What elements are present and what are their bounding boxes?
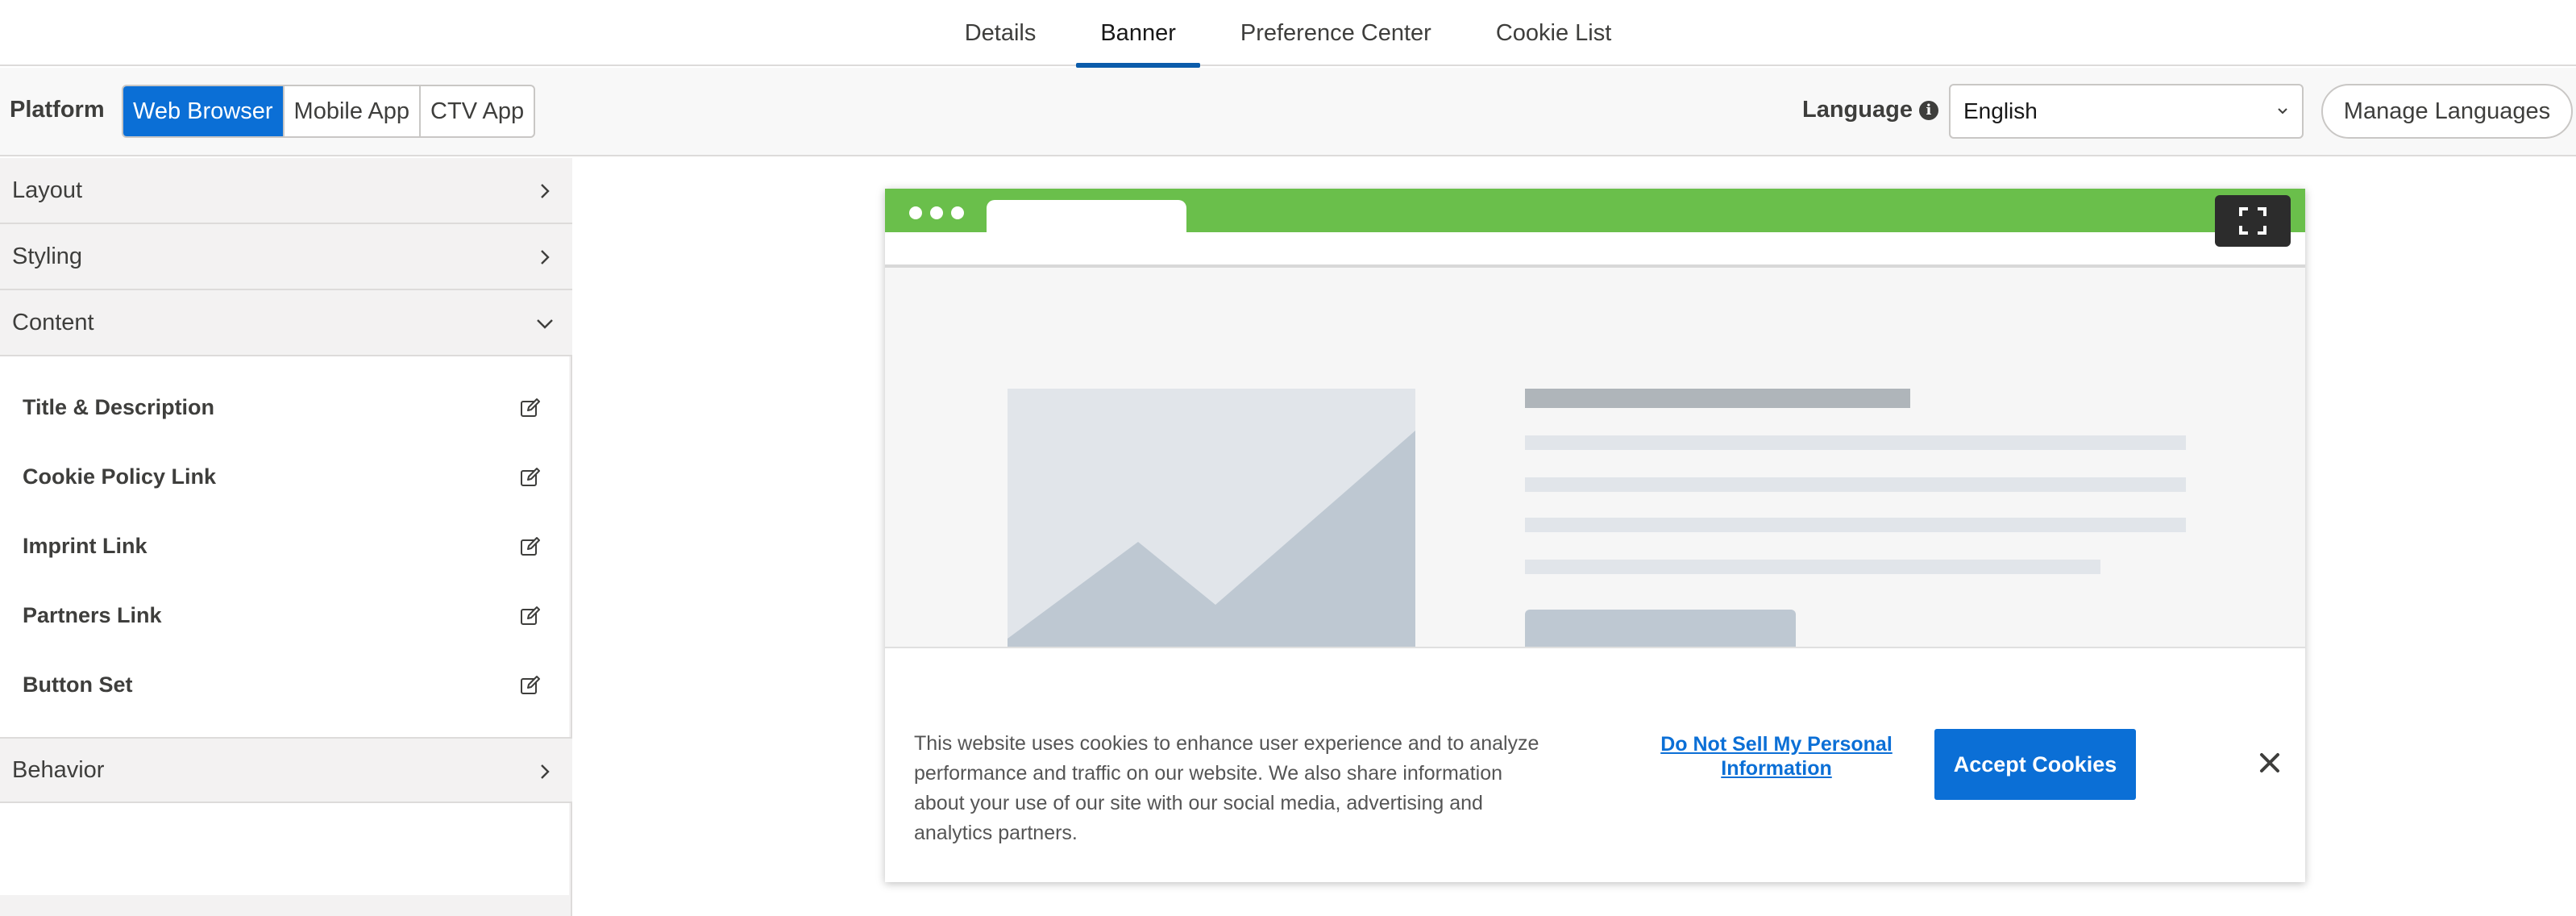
content-item-title-description: Title & Description xyxy=(0,373,569,442)
content-item-partners-link: Partners Link xyxy=(0,581,569,650)
language-select[interactable]: English xyxy=(1949,84,2304,139)
placeholder-text-line xyxy=(1525,477,2186,492)
mountain-placeholder-icon xyxy=(1008,431,1415,655)
chevron-down-icon xyxy=(2278,108,2287,114)
content-item-cookie-policy-link: Cookie Policy Link xyxy=(0,442,569,511)
content-item-label: Cookie Policy Link xyxy=(23,464,217,489)
placeholder-text-line xyxy=(1525,518,2186,532)
chevron-right-icon xyxy=(541,250,550,264)
content-item-button-set: Button Set xyxy=(0,650,569,719)
info-icon[interactable]: i xyxy=(1918,100,1938,120)
tabs: Details Banner Preference Center Cookie … xyxy=(0,0,2576,68)
content-item-label: Imprint Link xyxy=(23,533,147,558)
content-item-imprint-link: Imprint Link xyxy=(0,511,569,581)
top-tab-bar: Details Banner Preference Center Cookie … xyxy=(0,0,2576,68)
accordion-behavior[interactable]: Behavior xyxy=(0,737,572,803)
platform-segmented-control: Web Browser Mobile App CTV App xyxy=(122,85,536,138)
chevron-down-icon xyxy=(537,319,553,329)
content-item-label: Button Set xyxy=(23,672,133,697)
language-label-group: Language i xyxy=(1802,97,1938,123)
cookie-banner-text: This website uses cookies to enhance use… xyxy=(914,732,1539,844)
accept-cookies-button[interactable]: Accept Cookies xyxy=(1934,729,2136,800)
tab-cookie-list[interactable]: Cookie List xyxy=(1464,0,1643,66)
platform-web-browser-button[interactable]: Web Browser xyxy=(123,86,285,136)
browser-preview: This website uses cookies to enhance use… xyxy=(885,189,2305,882)
tab-details[interactable]: Details xyxy=(933,0,1069,66)
window-dot xyxy=(930,206,943,219)
fullscreen-button[interactable] xyxy=(2215,195,2291,247)
manage-languages-button[interactable]: Manage Languages xyxy=(2321,84,2573,139)
language-selected-value: English xyxy=(1963,98,2038,123)
browser-address-bar xyxy=(885,232,2305,268)
edit-icon[interactable] xyxy=(519,397,542,419)
accordion-content[interactable]: Content xyxy=(0,290,572,356)
platform-mobile-app-button[interactable]: Mobile App xyxy=(285,86,422,136)
placeholder-text-line xyxy=(1525,560,2100,574)
placeholder-text-line xyxy=(1525,435,2186,450)
browser-tab xyxy=(987,200,1186,234)
cookie-banner: This website uses cookies to enhance use… xyxy=(885,647,2305,882)
chevron-right-icon xyxy=(541,764,550,779)
platform-bar: Platform Web Browser Mobile App CTV App … xyxy=(0,68,2576,156)
edit-icon[interactable] xyxy=(519,535,542,558)
accordion-label: Content xyxy=(12,309,94,335)
platform-ctv-app-button[interactable]: CTV App xyxy=(421,86,534,136)
chevron-right-icon xyxy=(541,184,550,198)
content-section-body: Title & Description Cookie Policy Link I… xyxy=(0,356,569,895)
placeholder-image xyxy=(1008,389,1415,655)
edit-icon[interactable] xyxy=(519,605,542,627)
edit-icon[interactable] xyxy=(519,466,542,489)
window-dot xyxy=(951,206,964,219)
accordion-label: Behavior xyxy=(12,756,105,783)
language-label: Language xyxy=(1802,97,1913,123)
accordion-styling[interactable]: Styling xyxy=(0,224,572,290)
window-dot xyxy=(909,206,922,219)
content-item-label: Title & Description xyxy=(23,394,215,419)
close-icon[interactable] xyxy=(2255,748,2284,777)
sidebar: Layout Styling Content Title & Descripti… xyxy=(0,158,572,916)
content-item-label: Partners Link xyxy=(23,602,162,627)
accordion-layout[interactable]: Layout xyxy=(0,158,572,224)
tab-preference-center[interactable]: Preference Center xyxy=(1208,0,1464,66)
edit-icon[interactable] xyxy=(519,674,542,697)
accordion-label: Styling xyxy=(12,243,83,269)
do-not-sell-link[interactable]: Do Not Sell My Personal Information xyxy=(1647,732,1905,781)
tab-banner[interactable]: Banner xyxy=(1068,0,1208,68)
accordion-label: Layout xyxy=(12,177,83,203)
fullscreen-icon xyxy=(2239,207,2266,235)
platform-label: Platform xyxy=(10,97,105,123)
browser-chrome-bar xyxy=(885,189,2305,234)
placeholder-title-bar xyxy=(1525,389,1910,408)
